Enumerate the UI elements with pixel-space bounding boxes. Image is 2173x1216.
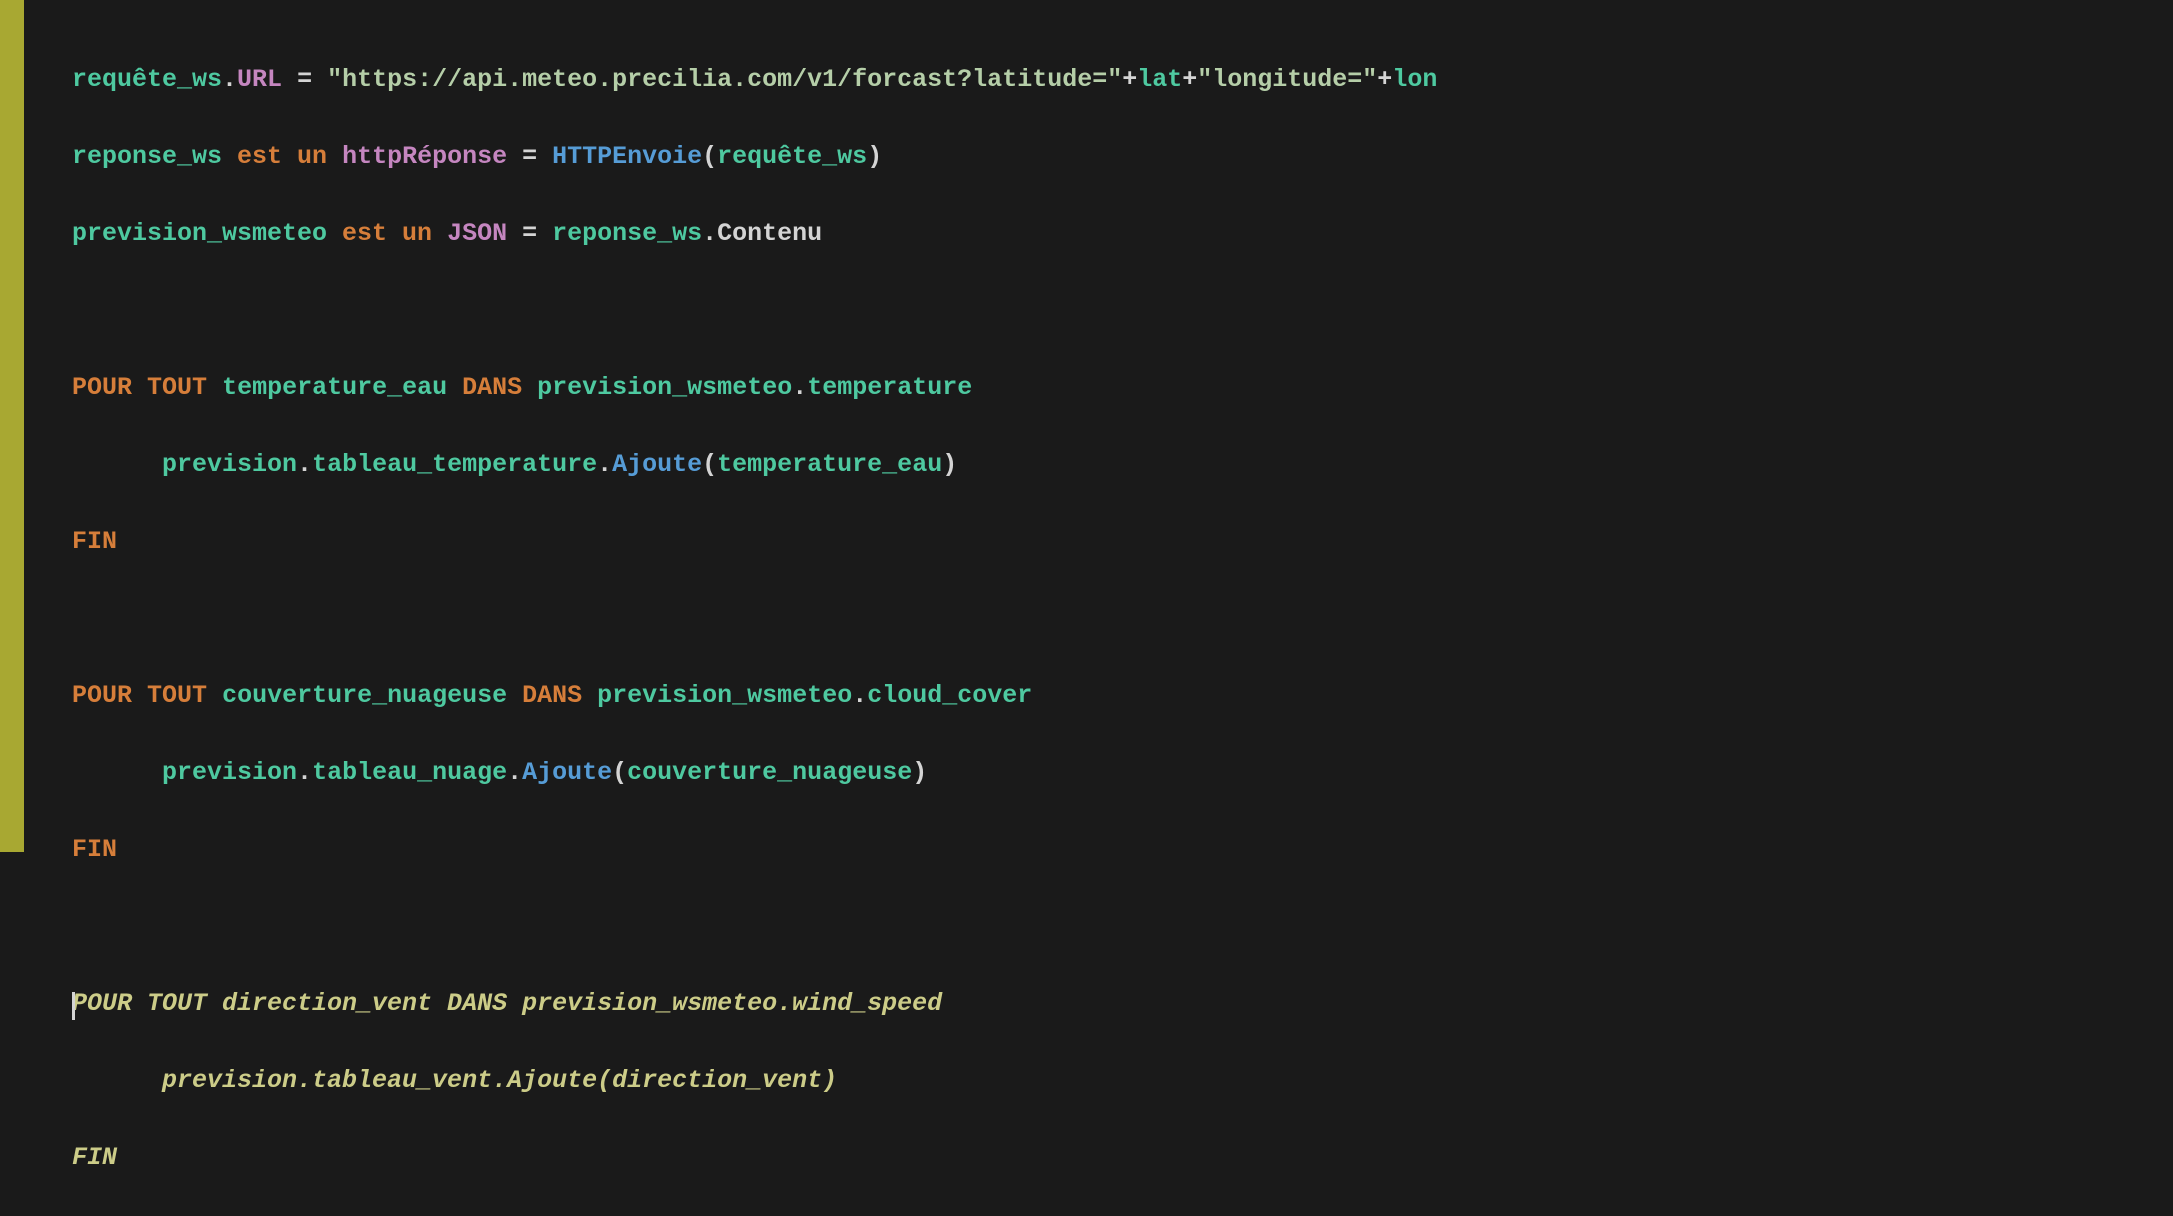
code-line: prevision.tableau_temperature.Ajoute(tem… — [72, 446, 1437, 485]
variable: lon — [1392, 65, 1437, 94]
editor-gutter — [0, 0, 24, 852]
method: Ajoute — [612, 450, 702, 479]
string-literal: "https://api.meteo.precilia.com/v1/forca… — [327, 65, 1122, 94]
paren: ) — [912, 758, 927, 787]
suggestion-text: FIN — [72, 1143, 117, 1172]
property: Contenu — [717, 219, 822, 248]
blank-line — [72, 600, 1437, 639]
operator: = — [507, 219, 552, 248]
paren: ) — [867, 142, 882, 171]
code-line-suggestion: FIN — [72, 1139, 1437, 1178]
dot: . — [222, 65, 237, 94]
variable: prevision_wsmeteo — [72, 219, 327, 248]
paren: ) — [942, 450, 957, 479]
keyword: FIN — [72, 835, 117, 864]
dot: . — [507, 758, 522, 787]
code-line: POUR TOUT temperature_eau DANS prevision… — [72, 369, 1437, 408]
dot: . — [597, 450, 612, 479]
variable: reponse_ws — [552, 219, 702, 248]
method: Ajoute — [522, 758, 612, 787]
keyword: TOUT — [147, 681, 207, 710]
property: temperature — [807, 373, 972, 402]
operator: + — [1182, 65, 1197, 94]
dot: . — [297, 450, 312, 479]
dot: . — [297, 758, 312, 787]
keyword: POUR — [72, 373, 132, 402]
property: URL — [237, 65, 282, 94]
operator: = — [282, 65, 327, 94]
keyword: TOUT — [147, 373, 207, 402]
code-line: POUR TOUT couverture_nuageuse DANS previ… — [72, 677, 1437, 716]
variable: prevision_wsmeteo — [537, 373, 792, 402]
code-line: prevision.tableau_nuage.Ajoute(couvertur… — [72, 754, 1437, 793]
keyword: est un — [222, 142, 342, 171]
paren: ( — [702, 450, 717, 479]
property: tableau_nuage — [312, 758, 507, 787]
dot: . — [792, 373, 807, 402]
variable: requête_ws — [72, 65, 222, 94]
type: httpRéponse — [342, 142, 507, 171]
suggestion-text: POUR TOUT direction_vent DANS prevision_… — [72, 989, 942, 1018]
operator: = — [507, 142, 552, 171]
keyword: FIN — [72, 527, 117, 556]
paren: ( — [702, 142, 717, 171]
blank-line — [72, 292, 1437, 331]
function: HTTPEnvoie — [552, 142, 702, 171]
text-cursor — [72, 992, 75, 1020]
keyword: POUR — [72, 681, 132, 710]
variable: prevision — [162, 758, 297, 787]
variable: temperature_eau — [222, 373, 447, 402]
variable: reponse_ws — [72, 142, 222, 171]
variable: lat — [1137, 65, 1182, 94]
code-line: requête_ws.URL = "https://api.meteo.prec… — [72, 61, 1437, 100]
keyword: DANS — [462, 373, 522, 402]
code-line-suggestion: prevision.tableau_vent.Ajoute(direction_… — [72, 1062, 1437, 1101]
dot: . — [852, 681, 867, 710]
argument: requête_ws — [717, 142, 867, 171]
blank-line — [72, 908, 1437, 947]
code-line-suggestion: POUR TOUT direction_vent DANS prevision_… — [72, 985, 1437, 1024]
code-line: FIN — [72, 831, 1437, 870]
keyword: est un — [327, 219, 447, 248]
variable: prevision_wsmeteo — [597, 681, 852, 710]
string-literal: "longitude=" — [1197, 65, 1377, 94]
keyword: DANS — [522, 681, 582, 710]
property: tableau_temperature — [312, 450, 597, 479]
code-editor[interactable]: requête_ws.URL = "https://api.meteo.prec… — [24, 0, 1437, 852]
code-line: FIN — [72, 523, 1437, 562]
property: cloud_cover — [867, 681, 1032, 710]
suggestion-text: prevision.tableau_vent.Ajoute(direction_… — [162, 1066, 837, 1095]
code-line: prevision_wsmeteo est un JSON = reponse_… — [72, 215, 1437, 254]
dot: . — [702, 219, 717, 248]
variable: couverture_nuageuse — [222, 681, 507, 710]
code-line: reponse_ws est un httpRéponse = HTTPEnvo… — [72, 138, 1437, 177]
type: JSON — [447, 219, 507, 248]
operator: + — [1377, 65, 1392, 94]
paren: ( — [612, 758, 627, 787]
argument: temperature_eau — [717, 450, 942, 479]
operator: + — [1122, 65, 1137, 94]
variable: prevision — [162, 450, 297, 479]
argument: couverture_nuageuse — [627, 758, 912, 787]
